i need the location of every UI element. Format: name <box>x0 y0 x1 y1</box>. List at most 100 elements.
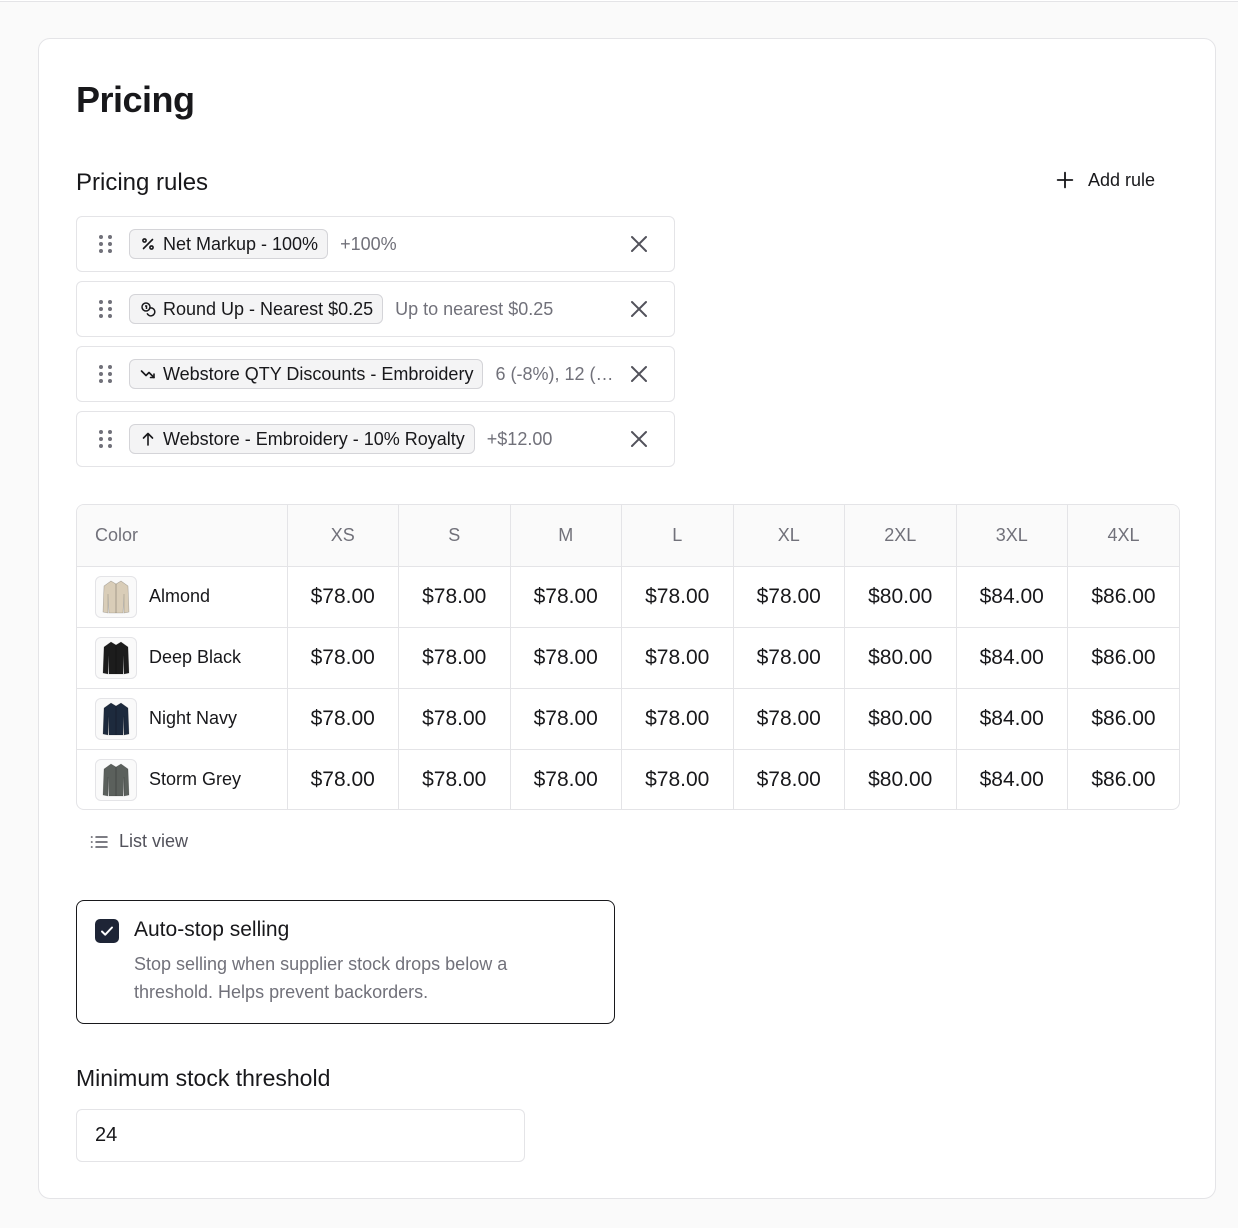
price-cell[interactable]: $84.00 <box>956 749 1068 809</box>
pricing-card: Pricing Pricing rules Add rule Net Marku… <box>38 38 1216 1199</box>
rule-chip[interactable]: Net Markup - 100% <box>129 229 329 259</box>
product-thumbnail <box>95 697 137 740</box>
price-cell[interactable]: $80.00 <box>844 566 957 628</box>
drag-handle-icon[interactable] <box>99 300 113 318</box>
color-cell: Storm Grey <box>77 749 288 809</box>
price-cell[interactable]: $78.00 <box>398 627 511 689</box>
auto-stop-title: Auto-stop selling <box>134 918 290 941</box>
list-icon <box>90 835 108 848</box>
rule-description: +$12.00 <box>486 428 553 449</box>
price-cell[interactable]: $78.00 <box>510 749 622 809</box>
checkmark-icon <box>101 926 113 936</box>
color-name: Night Navy <box>149 708 238 728</box>
jacket-icon <box>102 702 130 735</box>
min-stock-threshold-input[interactable] <box>76 1109 525 1162</box>
price-cell[interactable]: $78.00 <box>287 627 399 689</box>
price-cell[interactable]: $78.00 <box>733 749 845 809</box>
price-cell[interactable]: $86.00 <box>1067 566 1179 628</box>
coins-icon <box>141 302 156 317</box>
price-cell[interactable]: $84.00 <box>956 688 1068 750</box>
color-cell: Deep Black <box>77 627 288 689</box>
plus-icon <box>1056 171 1074 189</box>
column-header-color: Color <box>77 505 288 567</box>
price-cell[interactable]: $86.00 <box>1067 688 1179 750</box>
price-cell[interactable]: $78.00 <box>733 566 845 628</box>
price-cell[interactable]: $80.00 <box>844 749 957 809</box>
price-cell[interactable]: $78.00 <box>510 688 622 750</box>
column-header-size: M <box>510 505 622 567</box>
column-header-size: 4XL <box>1067 505 1179 567</box>
jacket-icon <box>102 580 130 613</box>
price-cell[interactable]: $78.00 <box>287 749 399 809</box>
rule-name: Webstore QTY Discounts - Embroidery <box>163 363 474 384</box>
color-cell: Night Navy <box>77 688 288 750</box>
price-cell[interactable]: $78.00 <box>510 627 622 689</box>
rule-chip[interactable]: Webstore - Embroidery - 10% Royalty <box>129 424 475 454</box>
price-cell[interactable]: $78.00 <box>621 627 734 689</box>
rule-description: Up to nearest $0.25 <box>395 298 554 319</box>
auto-stop-checkbox[interactable] <box>95 919 119 943</box>
trending-down-icon <box>140 370 155 379</box>
price-cell[interactable]: $84.00 <box>956 627 1068 689</box>
drag-handle-icon[interactable] <box>99 365 113 383</box>
add-rule-button[interactable]: Add rule <box>1054 169 1155 191</box>
color-label: Almond <box>95 575 287 618</box>
column-header-size: XS <box>287 505 399 567</box>
percent-icon <box>142 238 154 250</box>
rule-name: Round Up - Nearest $0.25 <box>163 298 374 319</box>
price-cell[interactable]: $78.00 <box>287 688 399 750</box>
price-cell[interactable]: $80.00 <box>844 627 957 689</box>
remove-rule-close-icon[interactable] <box>628 233 650 255</box>
table-row: Storm Grey $78.00 $78.00 $78.00 $78.00 $78.00… <box>77 749 1180 809</box>
color-label: Night Navy <box>95 697 287 740</box>
price-table: Color XS S M L XL 2XL 3XL 4XL Almond $78.… <box>77 505 1180 809</box>
product-thumbnail <box>95 575 137 618</box>
price-cell[interactable]: $78.00 <box>398 749 511 809</box>
auto-stop-description: Stop selling when supplier stock drops b… <box>134 954 508 1002</box>
price-cell[interactable]: $78.00 <box>733 688 845 750</box>
color-cell: Almond <box>77 566 288 628</box>
pricing-rule-row: Net Markup - 100% +100% <box>76 216 675 272</box>
min-stock-label: Minimum stock threshold <box>76 1065 331 1091</box>
list-view-button[interactable]: List view <box>89 831 188 852</box>
color-name: Storm Grey <box>149 769 242 790</box>
rule-name: Webstore - Embroidery - 10% Royalty <box>163 428 465 449</box>
rule-description: 6 (-8%), 12 (-10%), 24 (-12%) <box>495 363 614 384</box>
drag-handle-icon[interactable] <box>99 235 113 253</box>
price-cell[interactable]: $84.00 <box>956 566 1068 628</box>
price-cell[interactable]: $78.00 <box>398 566 511 628</box>
rule-chip[interactable]: Round Up - Nearest $0.25 <box>129 294 384 324</box>
color-name: Almond <box>149 586 211 606</box>
remove-rule-close-icon[interactable] <box>628 363 650 385</box>
column-header-size: S <box>398 505 511 567</box>
price-cell[interactable]: $78.00 <box>621 749 734 809</box>
price-cell[interactable]: $78.00 <box>287 566 399 628</box>
price-cell[interactable]: $86.00 <box>1068 749 1180 809</box>
product-thumbnail <box>95 636 137 679</box>
table-header-row: Color XS S M L XL 2XL 3XL 4XL <box>77 505 1179 567</box>
color-name: Deep Black <box>149 647 242 667</box>
table-row: Night Navy $78.00 $78.00 $78.00 $78.00 $78.00… <box>77 688 1179 750</box>
remove-rule-close-icon[interactable] <box>628 428 650 450</box>
page-title: Pricing <box>76 79 195 120</box>
price-cell[interactable]: $78.00 <box>510 566 622 628</box>
rule-name: Net Markup - 100% <box>163 233 319 254</box>
pricing-rule-row: Round Up - Nearest $0.25 Up to nearest $… <box>76 281 675 337</box>
remove-rule-close-icon[interactable] <box>628 298 650 320</box>
pricing-rule-row: Webstore QTY Discounts - Embroidery 6 (-… <box>76 346 675 402</box>
top-divider <box>0 0 1238 2</box>
add-rule-label: Add rule <box>1088 169 1156 190</box>
price-cell[interactable]: $80.00 <box>844 688 957 750</box>
rule-chip[interactable]: Webstore QTY Discounts - Embroidery <box>129 359 484 389</box>
color-label: Storm Grey <box>95 758 287 801</box>
price-cell[interactable]: $78.00 <box>621 566 734 628</box>
column-header-size: 3XL <box>956 505 1068 567</box>
arrow-up-icon <box>142 432 154 446</box>
price-cell[interactable]: $78.00 <box>398 688 511 750</box>
price-cell[interactable]: $86.00 <box>1067 627 1179 689</box>
price-cell[interactable]: $78.00 <box>733 627 845 689</box>
price-cell[interactable]: $78.00 <box>621 688 734 750</box>
drag-handle-icon[interactable] <box>99 430 113 448</box>
pricing-rules-heading: Pricing rules <box>76 169 209 196</box>
auto-stop-selling-option[interactable]: Auto-stop selling Stop selling when supp… <box>76 900 615 1024</box>
